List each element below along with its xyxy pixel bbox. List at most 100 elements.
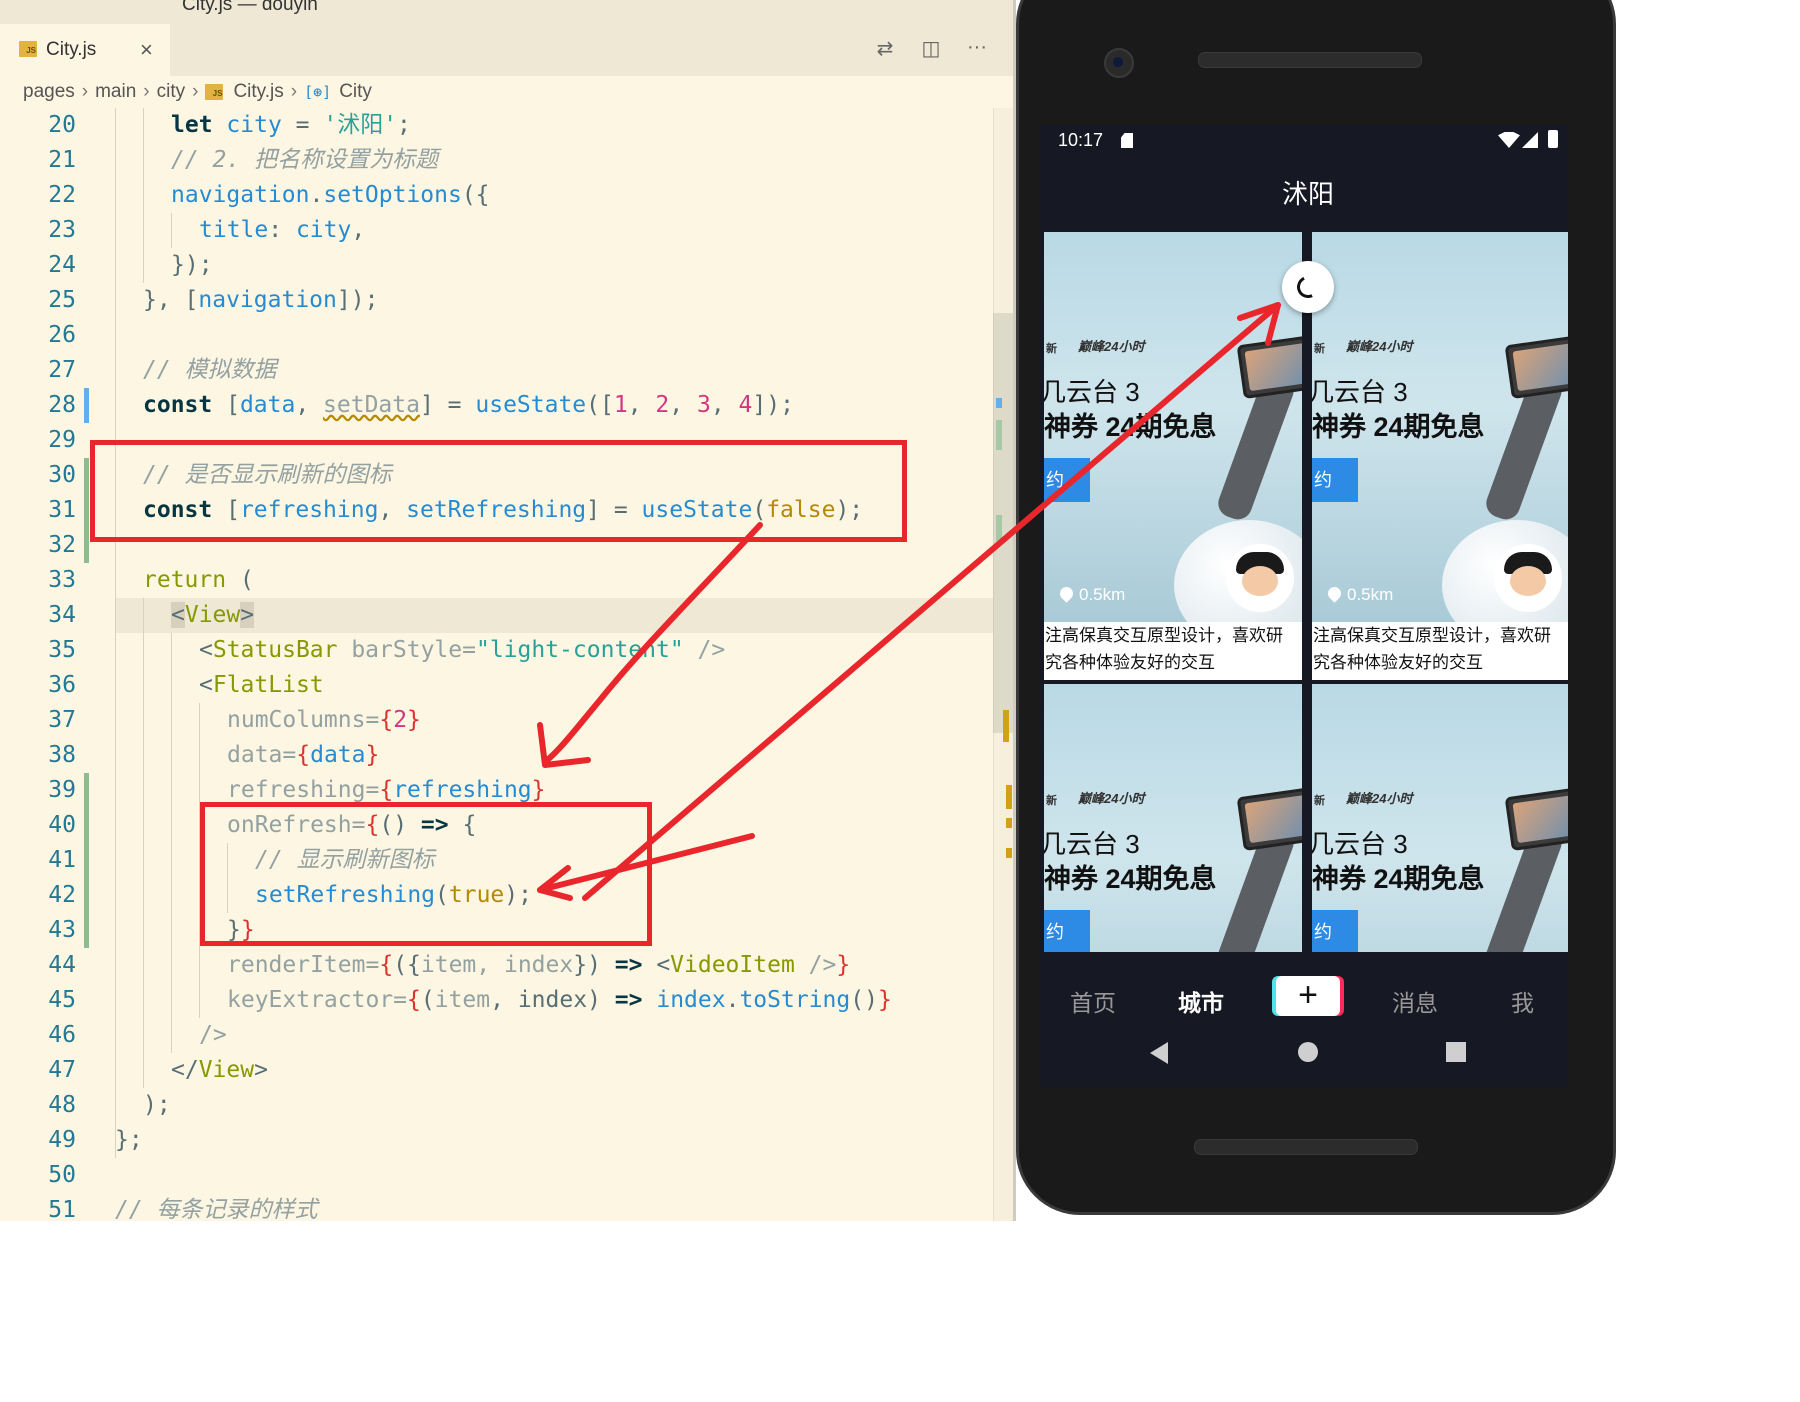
tab-city-js[interactable]: JS City.js × xyxy=(0,24,170,76)
code-punct xyxy=(642,987,656,1013)
line-number: 44 xyxy=(48,952,76,978)
ad-headline: 几云台 3 xyxy=(1044,377,1140,407)
code-punct: ( xyxy=(226,567,254,593)
code-punct: [ xyxy=(212,392,240,418)
code-number: 2 xyxy=(655,392,670,418)
open-changes-icon[interactable]: ⇄ xyxy=(873,36,897,62)
bottom-tab-bar: 首页 城市 + 消息 我 xyxy=(1040,954,1568,1087)
code-punct: ); xyxy=(143,1092,171,1118)
line-number: 39 xyxy=(48,777,76,803)
code-line: </View> xyxy=(171,1053,268,1088)
code-line: // 每条记录的样式 xyxy=(115,1193,318,1221)
code-punct: < xyxy=(199,637,213,663)
line-number: 41 xyxy=(48,847,76,873)
chevron-right-icon: › xyxy=(192,81,199,102)
line-number: 31 xyxy=(48,497,76,523)
code-function: toString xyxy=(739,987,851,1013)
js-file-icon: JS xyxy=(205,84,224,100)
wifi-icon xyxy=(1498,132,1520,148)
ad-brand-logo: 巅峰24小时 xyxy=(1078,339,1145,354)
code-identifier: index xyxy=(656,987,726,1013)
camera-icon xyxy=(1104,48,1134,78)
line-number: 43 xyxy=(48,917,76,943)
code-line: }, [navigation]); xyxy=(143,283,378,318)
split-editor-icon[interactable]: ◫ xyxy=(919,36,943,62)
tab-city[interactable]: 城市 xyxy=(1178,984,1224,1018)
location-pin-icon xyxy=(1325,584,1344,603)
code-arrow: => xyxy=(614,987,643,1013)
code-brace: } xyxy=(407,707,421,733)
code-keyword: const xyxy=(143,392,213,418)
line-number: 49 xyxy=(48,1127,76,1153)
code-attribute: renderItem= xyxy=(227,952,380,978)
code-number: 2 xyxy=(393,707,408,733)
line-number: 22 xyxy=(48,182,76,208)
refresh-spinner-icon xyxy=(1282,261,1334,313)
code-punct: /> xyxy=(794,952,837,978)
code-identifier: title xyxy=(199,217,269,243)
battery-icon xyxy=(1548,130,1558,148)
code-attribute: refreshing= xyxy=(227,777,380,803)
phone-image xyxy=(1504,334,1568,400)
ad-headline: 几云台 3 xyxy=(1312,377,1408,407)
line-number: 29 xyxy=(48,427,76,453)
code-comment: // 2. 把名称设置为标题 xyxy=(171,147,439,173)
video-card[interactable]: 新 巅峰24小时 几云台 3 神券 24期免息 约 0.5km 注高保真交互原型… xyxy=(1044,232,1302,680)
overview-marker xyxy=(1006,818,1012,828)
code-line: // 2. 把名称设置为标题 xyxy=(171,143,438,178)
tab-me[interactable]: 我 xyxy=(1511,984,1534,1018)
nav-back-icon[interactable] xyxy=(1150,1042,1168,1064)
video-grid[interactable]: 新 巅峰24小时 几云台 3 神券 24期免息 约 0.5km 注高保真交互原型… xyxy=(1044,232,1568,952)
phone-speaker xyxy=(1198,52,1422,68)
line-number: 51 xyxy=(48,1197,76,1221)
ad-cta-button[interactable]: 约 xyxy=(1044,910,1090,952)
video-card[interactable]: 新 巅峰24小时 几云台 3 神券 24期免息 约 0.5km 注高保真交互原型… xyxy=(1312,232,1568,680)
ad-brand-logo: 巅峰24小时 xyxy=(1078,791,1145,806)
nav-home-icon[interactable] xyxy=(1298,1042,1318,1062)
breadcrumb-symbol[interactable]: City xyxy=(339,81,372,103)
line-number: 24 xyxy=(48,252,76,278)
add-video-button[interactable]: + xyxy=(1276,976,1340,1016)
ad-cta-button[interactable]: 约 xyxy=(1044,458,1090,502)
video-card[interactable]: 新 巅峰24小时 几云台 3 神券 24期免息 约 xyxy=(1044,684,1302,952)
line-number: 27 xyxy=(48,357,76,383)
line-number: 32 xyxy=(48,532,76,558)
video-card[interactable]: 新 巅峰24小时 几云台 3 神券 24期免息 约 xyxy=(1312,684,1568,952)
code-param: item xyxy=(434,987,491,1013)
phone-speaker-bottom xyxy=(1194,1139,1418,1155)
tab-home[interactable]: 首页 xyxy=(1070,984,1116,1018)
code-punct: ({ xyxy=(461,182,490,208)
indent-guide xyxy=(143,598,144,1088)
avatar[interactable] xyxy=(1494,544,1562,612)
ad-subheadline: 神券 24期免息 xyxy=(1312,864,1485,894)
chevron-right-icon: › xyxy=(143,81,150,102)
line-number: 21 xyxy=(48,147,76,173)
ad-cta-button[interactable]: 约 xyxy=(1312,910,1358,952)
code-param: index xyxy=(517,987,588,1013)
code-brace: } xyxy=(365,742,380,768)
window-title: City.js — douyin xyxy=(182,0,318,15)
code-punct: . xyxy=(725,987,740,1013)
close-icon[interactable]: × xyxy=(140,37,153,63)
code-line: <View> xyxy=(171,598,255,633)
code-line: }); xyxy=(171,248,213,283)
more-actions-icon[interactable]: ··· xyxy=(965,36,989,62)
line-number: 35 xyxy=(48,637,76,663)
ad-brand-text: 新 xyxy=(1046,343,1057,355)
breadcrumb-pages[interactable]: pages xyxy=(23,81,75,103)
ad-cta-button[interactable]: 约 xyxy=(1312,458,1358,502)
breadcrumb-file[interactable]: City.js xyxy=(233,81,283,103)
overview-marker xyxy=(1006,848,1012,858)
ad-subheadline: 神券 24期免息 xyxy=(1044,864,1217,894)
code-punct: }) xyxy=(573,952,615,978)
nav-recents-icon[interactable] xyxy=(1446,1042,1466,1062)
indent-guide xyxy=(143,108,144,283)
breadcrumb-main[interactable]: main xyxy=(95,81,136,103)
location-pin-icon xyxy=(1057,584,1076,603)
breadcrumb-city[interactable]: city xyxy=(157,81,186,103)
code-punct: ) xyxy=(587,987,615,1013)
code-punct: ([ xyxy=(586,392,614,418)
tab-messages[interactable]: 消息 xyxy=(1392,984,1438,1018)
avatar[interactable] xyxy=(1226,544,1294,612)
code-area[interactable]: 20 21 22 23 24 25 26 27 28 29 30 31 32 3… xyxy=(0,108,1013,1221)
